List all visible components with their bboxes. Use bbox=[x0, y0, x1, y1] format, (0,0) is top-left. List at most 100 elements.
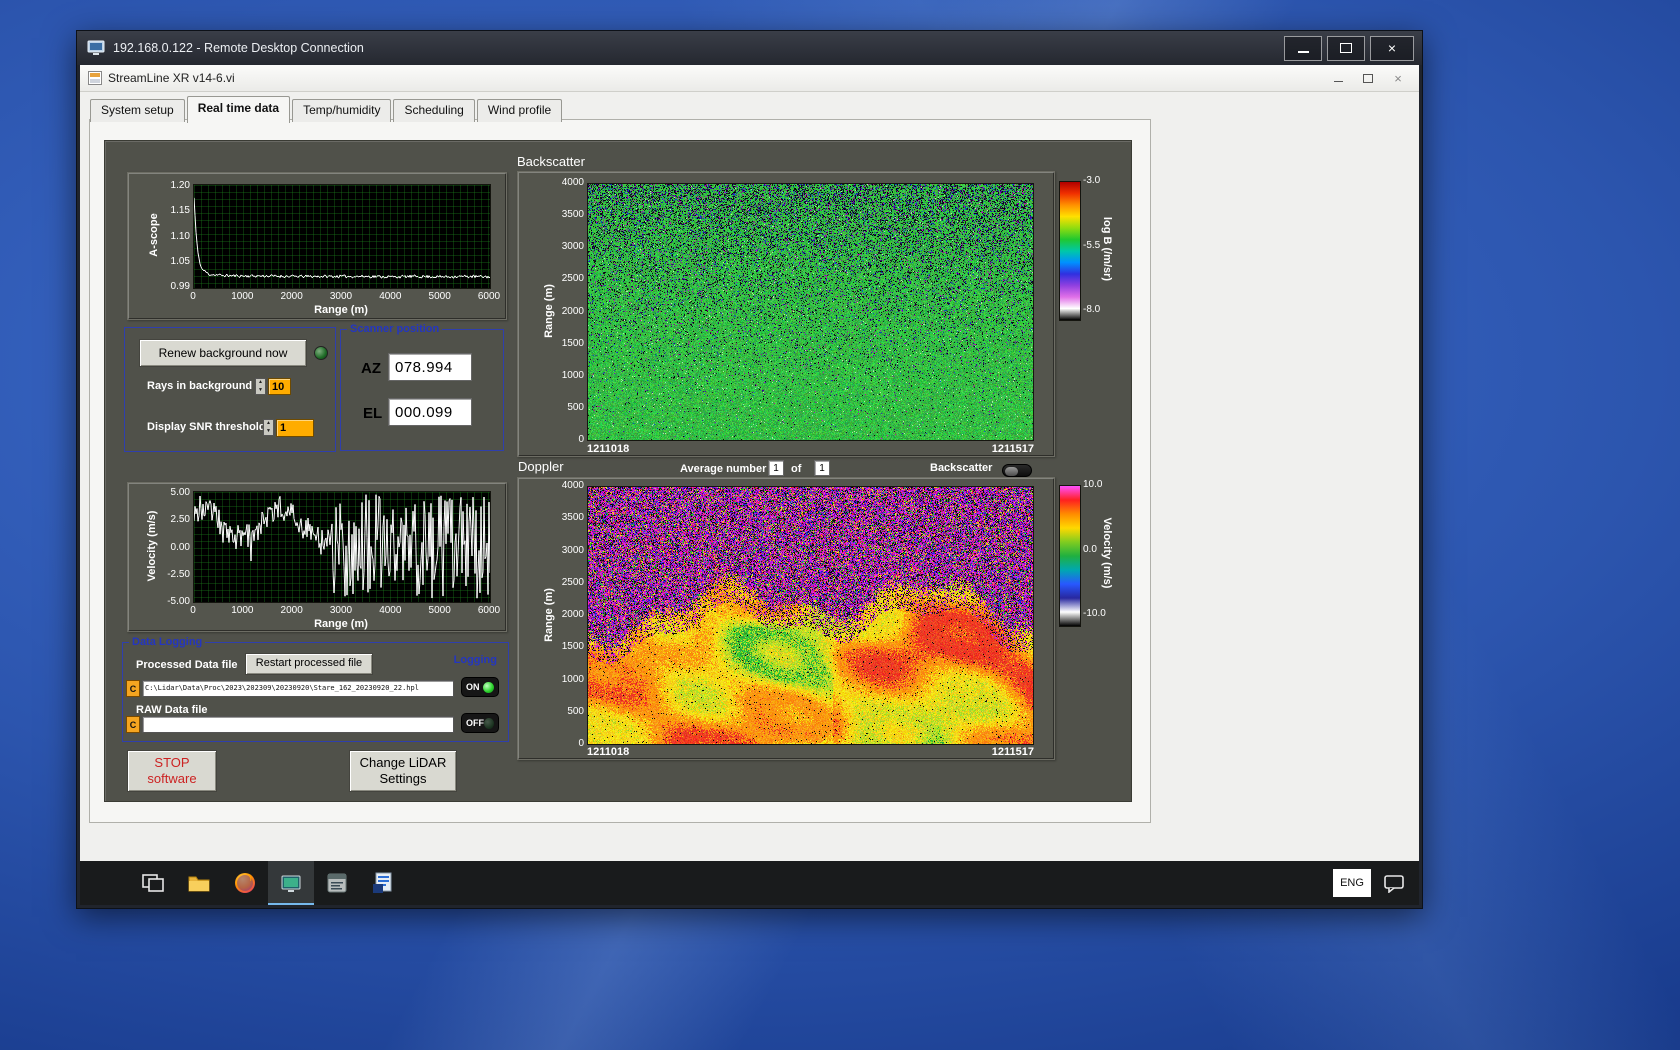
snr-spinner[interactable]: ▲ ▼ bbox=[263, 419, 274, 436]
processed-data-file-label: Processed Data file bbox=[136, 659, 238, 671]
minimize-icon bbox=[1333, 80, 1343, 83]
axis-tick: 0 bbox=[578, 434, 584, 445]
processed-path-drive-selector[interactable]: C bbox=[126, 680, 140, 697]
stop-software-button[interactable]: STOP software bbox=[127, 750, 217, 792]
axis-tick: 4000 bbox=[561, 480, 584, 491]
spin-up-icon[interactable]: ▲ bbox=[258, 380, 263, 385]
axis-tick: 1.10 bbox=[170, 230, 190, 242]
tab-system-setup[interactable]: System setup bbox=[90, 99, 185, 122]
backscatter-colorbar bbox=[1059, 181, 1081, 321]
firefox-icon bbox=[235, 873, 255, 893]
scanner-position-title: Scanner position bbox=[347, 323, 443, 335]
a-scope-chart-panel: A-scope 1.20 1.15 1.10 1.05 0.99 0 1000 2000 30… bbox=[127, 172, 507, 320]
raw-data-file-label: RAW Data file bbox=[136, 704, 208, 716]
axis-tick: 0.0 bbox=[1083, 543, 1097, 555]
axis-tick: 6000 bbox=[477, 291, 501, 302]
axis-tick: -3.0 bbox=[1083, 175, 1101, 186]
backscatter-heatmap bbox=[587, 183, 1034, 441]
rdp-maximize-button[interactable] bbox=[1327, 35, 1365, 61]
raw-path-drive-selector[interactable]: C bbox=[126, 716, 140, 733]
app-restore-button[interactable] bbox=[1353, 68, 1383, 88]
language-indicator[interactable]: ENG bbox=[1333, 869, 1371, 897]
rdp-computer-icon bbox=[87, 40, 105, 55]
of-label: of bbox=[791, 463, 802, 475]
spin-down-icon[interactable]: ▼ bbox=[266, 429, 271, 434]
scan-scheduler-button[interactable] bbox=[314, 861, 360, 905]
remote-desktop-session: StreamLine XR v14-6.vi × System setup Re… bbox=[80, 65, 1419, 905]
app-minimize-button[interactable] bbox=[1323, 68, 1353, 88]
app-title: StreamLine XR v14-6.vi bbox=[108, 71, 235, 85]
axis-tick: 1000 bbox=[231, 291, 254, 302]
axis-tick: 2500 bbox=[561, 273, 584, 285]
restart-processed-file-button[interactable]: Restart processed file bbox=[245, 653, 373, 675]
scanner-position-group: Scanner position AZ 078.994 EL 000.099 bbox=[340, 323, 504, 451]
axis-tick: 2000 bbox=[561, 305, 584, 317]
folder-icon bbox=[188, 876, 210, 892]
spin-down-icon[interactable]: ▼ bbox=[258, 388, 263, 393]
doppler-y-ticks: 4000 3500 3000 2500 2000 1500 1000 500 0 bbox=[554, 480, 584, 749]
file-explorer-button[interactable] bbox=[176, 861, 222, 905]
average-total-field[interactable]: 1 bbox=[814, 460, 830, 476]
axis-tick: -8.0 bbox=[1083, 304, 1101, 315]
chat-notification-icon[interactable] bbox=[1383, 873, 1405, 893]
tab-temp-humidity[interactable]: Temp/humidity bbox=[292, 99, 392, 122]
axis-tick: 3000 bbox=[561, 544, 584, 556]
axis-tick: 6000 bbox=[477, 605, 501, 616]
axis-tick: 3500 bbox=[561, 512, 584, 524]
raw-path-field[interactable] bbox=[142, 716, 454, 733]
renew-background-button[interactable]: Renew background now bbox=[139, 339, 307, 367]
axis-tick: 5.00 bbox=[170, 487, 190, 498]
change-lidar-settings-button[interactable]: Change LiDAR Settings bbox=[349, 750, 457, 792]
axis-tick: 10.0 bbox=[1083, 479, 1103, 490]
rdp-window-title: 192.168.0.122 - Remote Desktop Connectio… bbox=[113, 41, 364, 55]
rdp-minimize-button[interactable] bbox=[1284, 35, 1322, 61]
app-close-button[interactable]: × bbox=[1383, 68, 1413, 88]
axis-tick: 1000 bbox=[231, 605, 254, 616]
blue-lines-app-button[interactable] bbox=[360, 861, 406, 905]
remote-app-button[interactable] bbox=[268, 861, 314, 905]
background-controls-group: Renew background now Rays in background … bbox=[124, 327, 336, 452]
firefox-button[interactable] bbox=[222, 861, 268, 905]
close-icon: × bbox=[1387, 40, 1397, 56]
average-number-field[interactable]: 1 bbox=[768, 460, 784, 476]
axis-tick: 2000 bbox=[561, 609, 584, 620]
restore-icon bbox=[1363, 73, 1373, 83]
doppler-colorbar-label: Velocity (m/s) bbox=[1101, 517, 1113, 589]
rdp-window: 192.168.0.122 - Remote Desktop Connectio… bbox=[76, 30, 1423, 909]
rays-in-background-label: Rays in background bbox=[147, 380, 253, 392]
rays-value-field[interactable]: 10 bbox=[268, 378, 291, 395]
task-view-button[interactable] bbox=[130, 861, 176, 905]
backscatter-toggle-label: Backscatter bbox=[930, 462, 993, 474]
taskbar-icons bbox=[130, 861, 406, 905]
toggle-knob bbox=[1005, 466, 1018, 476]
real-time-data-page: A-scope 1.20 1.15 1.10 1.05 0.99 0 1000 2000 30… bbox=[89, 119, 1151, 823]
spin-up-icon[interactable]: ▲ bbox=[266, 421, 271, 426]
front-panel: A-scope 1.20 1.15 1.10 1.05 0.99 0 1000 2000 30… bbox=[104, 140, 1132, 802]
axis-tick: 4000 bbox=[379, 605, 402, 616]
tab-real-time-data[interactable]: Real time data bbox=[186, 96, 291, 123]
axis-tick: 0 bbox=[190, 291, 196, 302]
raw-logging-toggle[interactable]: OFF bbox=[461, 713, 499, 733]
velocity-x-axis-label: Range (m) bbox=[314, 618, 368, 630]
backscatter-y-ticks: 4000 3500 3000 2500 2000 1500 1000 500 0 bbox=[554, 177, 584, 445]
tab-wind-profile[interactable]: Wind profile bbox=[476, 99, 563, 122]
a-scope-plot bbox=[193, 184, 491, 289]
logging-label: Logging bbox=[450, 654, 500, 666]
snr-value-field[interactable]: 1 bbox=[276, 419, 314, 437]
axis-tick: 3000 bbox=[329, 605, 353, 616]
backscatter-display-toggle[interactable] bbox=[1002, 464, 1032, 477]
processed-logging-toggle[interactable]: ON bbox=[461, 677, 499, 697]
rdp-close-button[interactable]: × bbox=[1370, 35, 1414, 61]
rays-spinner[interactable]: ▲ ▼ bbox=[255, 378, 266, 395]
axis-tick: 1.20 bbox=[170, 180, 190, 191]
app-titlebar[interactable]: StreamLine XR v14-6.vi × bbox=[80, 65, 1419, 92]
processed-path-field[interactable]: C:\Lidar\Data\Proc\2023\202309\20230920\… bbox=[142, 680, 454, 697]
rdp-titlebar[interactable]: 192.168.0.122 - Remote Desktop Connectio… bbox=[77, 31, 1422, 65]
task-view-icon bbox=[142, 874, 164, 892]
a-scope-y-ticks: 1.20 1.15 1.10 1.05 0.99 bbox=[156, 180, 190, 292]
vi-document-icon bbox=[88, 71, 102, 85]
tab-scheduling[interactable]: Scheduling bbox=[393, 99, 475, 122]
axis-tick: 4000 bbox=[379, 291, 402, 302]
axis-tick: 1000 bbox=[561, 673, 584, 685]
logging-off-led bbox=[484, 717, 494, 729]
